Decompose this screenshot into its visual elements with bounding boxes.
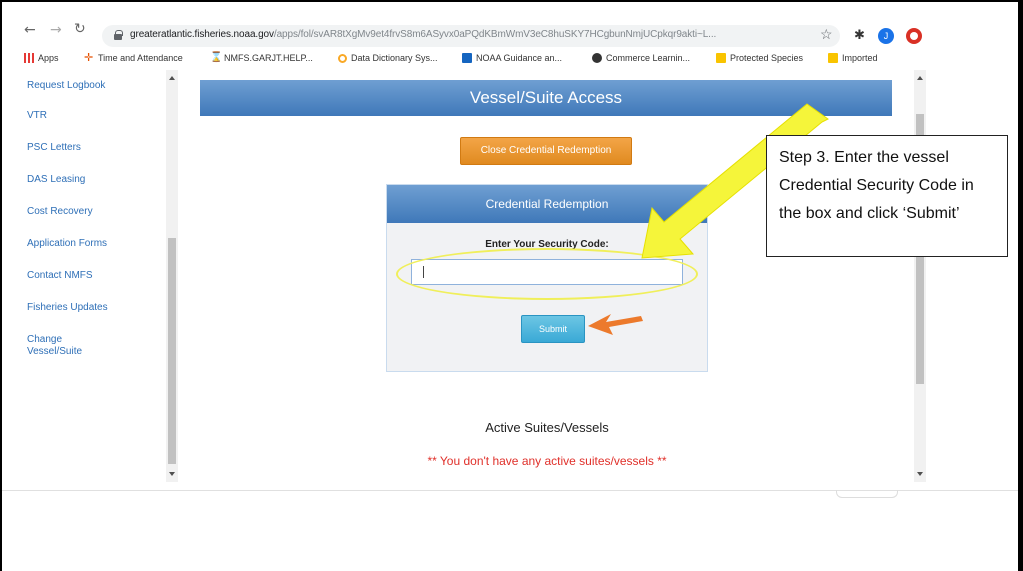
- annotation-layer: [588, 103, 829, 335]
- instruction-callout: Step 3. Enter the vessel Credential Secu…: [766, 135, 1008, 257]
- orange-arrow-icon: [588, 314, 643, 335]
